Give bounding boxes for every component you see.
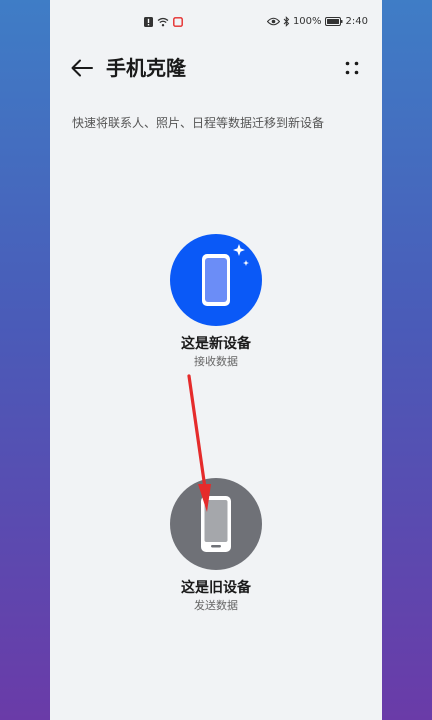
battery-icon [324,17,343,26]
old-device-title: 这是旧设备 [181,580,251,596]
new-device-title: 这是新设备 [181,336,251,352]
back-button[interactable] [68,54,96,82]
new-device-circle [170,234,262,326]
battery-percentage: 100% [292,16,322,27]
page-title: 手机克隆 [106,56,186,80]
status-right-icons: 100% 2:40 [266,16,368,27]
alert-icon [144,17,153,27]
screen-record-icon [173,17,183,27]
wifi-icon [157,17,169,27]
new-device-option[interactable]: 这是新设备 接收数据 [50,234,382,370]
old-device-circle [170,478,262,570]
status-time: 2:40 [345,16,368,27]
new-device-subtitle: 接收数据 [194,355,238,368]
bluetooth-icon [283,16,290,27]
back-arrow-icon [71,59,93,77]
more-options-button[interactable] [338,54,366,82]
status-bar: 100% 2:40 [50,0,382,46]
page-description: 快速将联系人、照片、日程等数据迁移到新设备 [72,116,325,130]
old-phone-icon [201,496,231,552]
app-header: 手机克隆 [50,46,382,90]
old-device-option[interactable]: 这是旧设备 发送数据 [50,478,382,614]
old-device-subtitle: 发送数据 [194,599,238,612]
eye-icon [266,17,280,26]
status-left-icons [144,17,183,27]
app-screen: 100% 2:40 手机克隆 快速将联系人、照片、日程等数据迁移到新设备 这是新… [50,0,382,720]
new-phone-icon [202,244,249,306]
more-dots-icon [345,61,359,75]
